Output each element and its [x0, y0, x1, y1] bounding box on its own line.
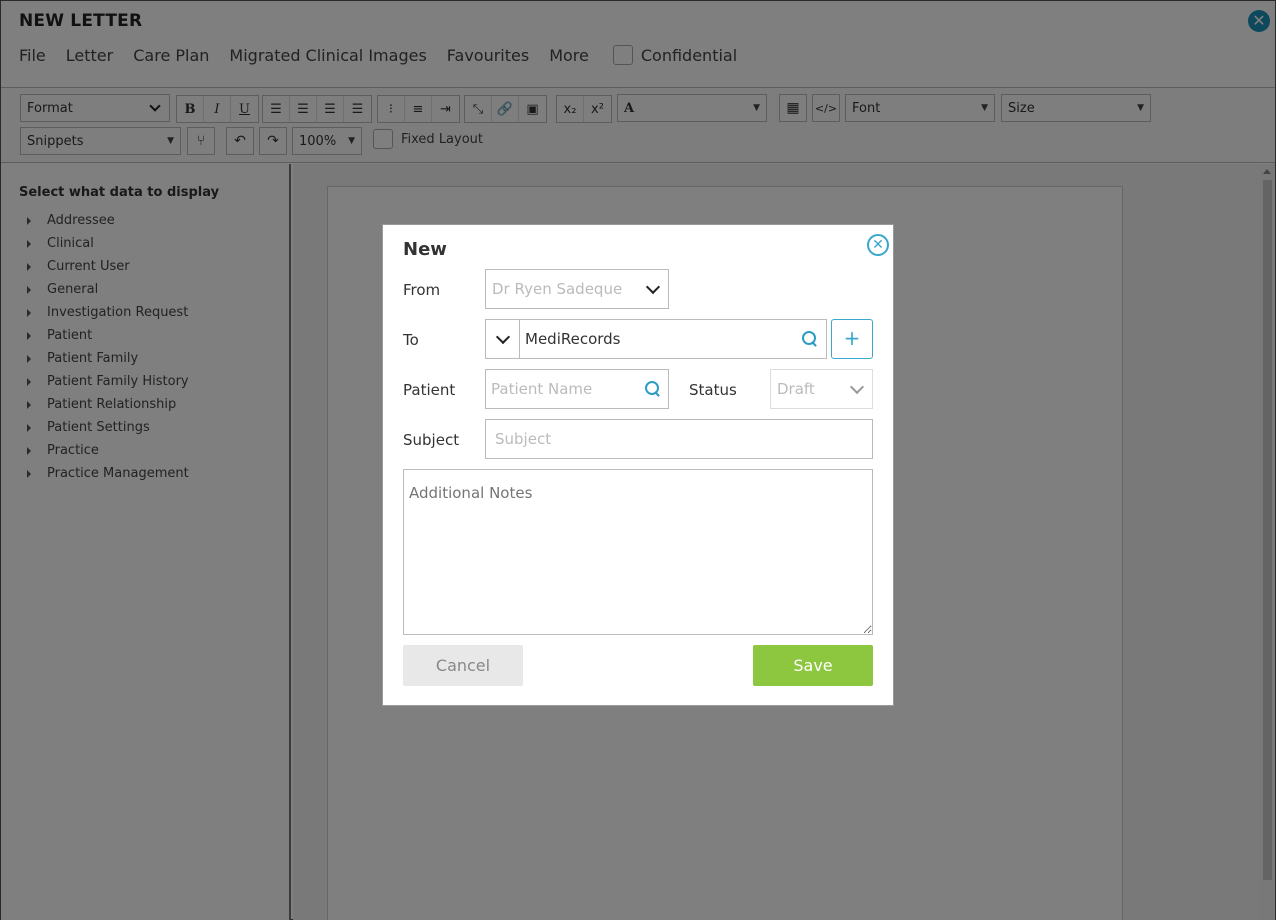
- patient-label: Patient: [403, 381, 456, 399]
- patient-input-placeholder: Patient Name: [491, 380, 593, 398]
- status-value: Draft: [777, 380, 815, 398]
- search-icon[interactable]: [645, 381, 661, 397]
- chevron-down-icon: [495, 329, 510, 344]
- status-label: Status: [689, 381, 737, 399]
- from-select[interactable]: Dr Ryen Sadeque: [485, 269, 669, 309]
- cancel-button[interactable]: Cancel: [403, 645, 523, 686]
- close-dialog-icon[interactable]: ✕: [867, 234, 889, 256]
- subject-label: Subject: [403, 431, 460, 449]
- add-recipient-button[interactable]: +: [831, 319, 873, 359]
- subject-placeholder: Subject: [495, 430, 552, 448]
- chevron-down-icon: [849, 379, 865, 394]
- to-input[interactable]: MediRecords: [520, 330, 802, 348]
- from-label: From: [403, 281, 441, 299]
- search-icon[interactable]: [802, 331, 818, 347]
- dialog-title: New: [403, 239, 447, 260]
- new-letter-dialog: New ✕ From Dr Ryen Sadeque To MediRecord…: [382, 224, 894, 706]
- status-select[interactable]: Draft: [770, 369, 873, 409]
- additional-notes-textarea[interactable]: [403, 469, 873, 635]
- from-value: Dr Ryen Sadeque: [492, 280, 623, 298]
- subject-input[interactable]: Subject: [485, 419, 873, 459]
- to-label: To: [403, 331, 419, 349]
- chevron-down-icon: [645, 279, 661, 294]
- to-field: MediRecords: [485, 319, 827, 359]
- to-type-dropdown[interactable]: [486, 320, 520, 358]
- patient-search-field[interactable]: Patient Name: [485, 369, 669, 409]
- save-button[interactable]: Save: [753, 645, 873, 686]
